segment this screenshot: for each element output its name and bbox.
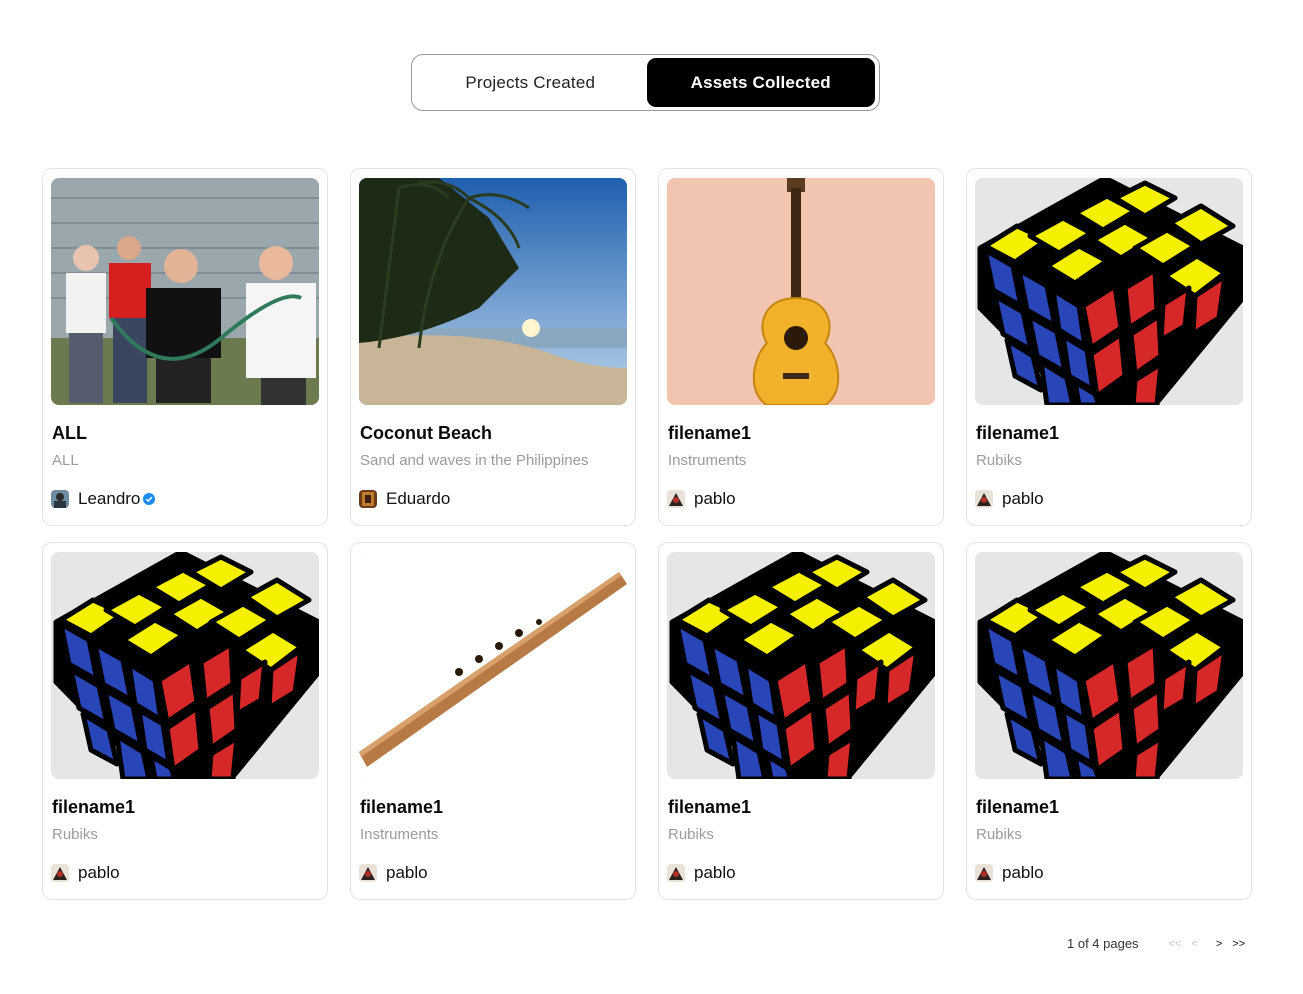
card-subtitle: Sand and waves in the Philippines (360, 452, 589, 469)
author-name: pablo (78, 863, 120, 882)
card-subtitle: Instruments (668, 452, 747, 469)
rubiks-cube-thumbnail[interactable] (975, 552, 1243, 779)
asset-card[interactable]: ALL ALL Leandro (42, 168, 328, 526)
prev-page-button[interactable]: < (1191, 938, 1197, 950)
card-title: filename1 (976, 423, 1060, 443)
card-title: filename1 (360, 797, 444, 817)
card-subtitle: Rubiks (52, 826, 98, 843)
card-subtitle: Instruments (360, 826, 439, 843)
asset-card[interactable]: filename1 Rubiks pablo (658, 542, 944, 900)
card-author[interactable]: pablo (667, 863, 736, 883)
avatar (667, 490, 685, 508)
card-author[interactable]: pablo (975, 489, 1044, 509)
author-name: Eduardo (386, 489, 451, 508)
asset-card[interactable]: filename1 Rubiks pablo (966, 168, 1252, 526)
beach-photo-thumbnail[interactable] (359, 178, 627, 405)
guitar-photo-thumbnail[interactable] (667, 178, 935, 405)
card-title: filename1 (976, 797, 1060, 817)
card-title: filename1 (668, 423, 752, 443)
asset-card[interactable]: filename1 Instruments pablo (350, 542, 636, 900)
card-author[interactable]: pablo (975, 863, 1044, 883)
view-toggle: Projects Created Assets Collected (411, 54, 880, 111)
assets-grid: ALL ALL Leandro Coconut Beach Sand and w… (42, 168, 1252, 900)
rubiks-cube-thumbnail[interactable] (667, 552, 935, 779)
asset-card[interactable]: filename1 Rubiks pablo (42, 542, 328, 900)
card-author[interactable]: Leandro (51, 489, 156, 509)
author-name: Leandro (78, 489, 141, 508)
card-title: ALL (52, 423, 87, 443)
tab-projects-created[interactable]: Projects Created (416, 58, 645, 107)
band-photo-thumbnail[interactable] (51, 178, 319, 405)
flute-photo-thumbnail[interactable] (359, 552, 627, 779)
asset-card[interactable]: filename1 Rubiks pablo (966, 542, 1252, 900)
tab-assets-collected[interactable]: Assets Collected (646, 58, 875, 107)
card-title: filename1 (52, 797, 136, 817)
rubiks-cube-thumbnail[interactable] (975, 178, 1243, 405)
card-author[interactable]: pablo (51, 863, 120, 883)
avatar (51, 864, 69, 882)
avatar (975, 864, 993, 882)
card-author[interactable]: pablo (667, 489, 736, 509)
last-page-button[interactable]: >> (1232, 938, 1245, 950)
avatar (975, 490, 993, 508)
first-page-button[interactable]: << (1169, 938, 1182, 950)
author-name: pablo (1002, 489, 1044, 508)
next-page-button[interactable]: > (1216, 938, 1222, 950)
card-subtitle: ALL (52, 452, 79, 469)
card-subtitle: Rubiks (976, 452, 1022, 469)
author-name: pablo (1002, 863, 1044, 882)
avatar (359, 864, 377, 882)
card-subtitle: Rubiks (976, 826, 1022, 843)
author-name: pablo (694, 863, 736, 882)
asset-card[interactable]: filename1 Instruments pablo (658, 168, 944, 526)
card-author[interactable]: Eduardo (359, 489, 450, 509)
pagination: 1 of 4 pages << < > >> (1067, 936, 1255, 951)
card-subtitle: Rubiks (668, 826, 714, 843)
avatar (359, 490, 377, 508)
avatar (667, 864, 685, 882)
rubiks-cube-thumbnail[interactable] (51, 552, 319, 779)
author-name: pablo (694, 489, 736, 508)
asset-card[interactable]: Coconut Beach Sand and waves in the Phil… (350, 168, 636, 526)
verified-badge-icon (143, 493, 156, 505)
author-name: pablo (386, 863, 428, 882)
avatar (51, 490, 69, 508)
card-author[interactable]: pablo (359, 863, 428, 883)
page-info: 1 of 4 pages (1067, 936, 1139, 951)
card-title: Coconut Beach (360, 423, 493, 443)
card-title: filename1 (668, 797, 752, 817)
